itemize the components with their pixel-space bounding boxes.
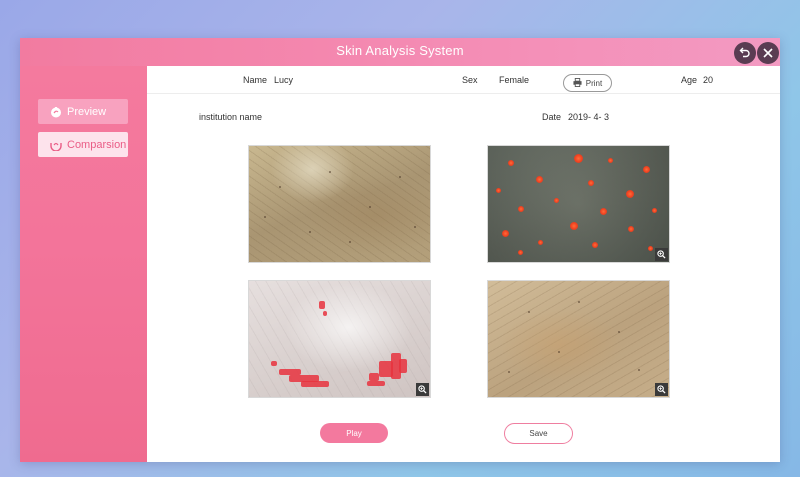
close-icon <box>763 46 773 61</box>
name-label: Name <box>243 75 268 85</box>
zoom-icon <box>657 381 666 398</box>
sidebar: Preview Comparsion <box>20 66 147 462</box>
print-label: Print <box>585 78 603 88</box>
sidebar-item-label: Comparsion <box>67 138 127 151</box>
title-bar: Skin Analysis System <box>20 38 780 66</box>
skin-photo-polarized[interactable] <box>487 280 670 398</box>
close-button[interactable] <box>757 42 779 64</box>
date-label: Date <box>542 112 562 122</box>
back-button[interactable] <box>734 42 756 64</box>
sex-value: Female <box>499 75 530 85</box>
age-value: 20 <box>703 75 714 85</box>
back-arrow-icon <box>739 46 751 61</box>
printer-icon <box>573 77 582 89</box>
institution-name: institution name <box>199 112 263 122</box>
save-button[interactable]: Save <box>504 423 573 444</box>
hand-icon <box>49 138 62 151</box>
main-content: Name Lucy Sex Female Age 20 <box>147 66 780 462</box>
zoom-button[interactable] <box>655 248 668 261</box>
hand-icon <box>49 105 62 118</box>
sidebar-item-comparison[interactable]: Comparsion <box>38 132 128 157</box>
sex-label: Sex <box>462 75 478 85</box>
window-title: Skin Analysis System <box>336 43 464 58</box>
zoom-icon <box>418 381 427 398</box>
play-button[interactable]: Play <box>320 423 388 443</box>
zoom-button[interactable] <box>416 383 429 396</box>
name-value: Lucy <box>274 75 294 85</box>
patient-info-bar: Name Lucy Sex Female Age 20 <box>147 66 780 94</box>
skin-photo-normal[interactable] <box>248 145 431 263</box>
zoom-button[interactable] <box>655 383 668 396</box>
skin-photo-uv-spots[interactable] <box>487 145 670 263</box>
zoom-icon <box>657 246 666 263</box>
date-value: 2019- 4- 3 <box>568 112 610 122</box>
skin-photo-sensitivity[interactable] <box>248 280 431 398</box>
sidebar-item-preview[interactable]: Preview <box>38 99 128 124</box>
age-label: Age <box>681 75 698 85</box>
print-button[interactable]: Print <box>563 74 612 92</box>
sidebar-item-label: Preview <box>67 105 107 118</box>
